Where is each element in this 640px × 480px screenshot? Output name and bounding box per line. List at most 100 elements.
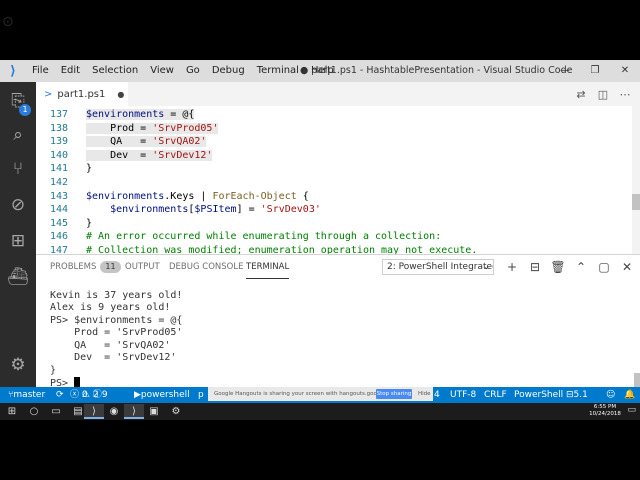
tab-part1[interactable]: > part1.ps1 ● — [36, 82, 128, 106]
code-line[interactable]: 142 — [36, 176, 640, 190]
terminal-line: } — [50, 365, 56, 378]
notifications-icon[interactable]: 🔔 — [624, 387, 635, 403]
code-line[interactable]: 146 # An error occurred while enumerating… — [36, 230, 640, 244]
code-token: } — [86, 163, 93, 175]
line-endings[interactable]: CRLF — [484, 387, 507, 403]
chrome-icon[interactable]: ◉ — [104, 404, 124, 419]
compare-icon[interactable]: ⇄ — [570, 88, 592, 101]
tab-label: part1.ps1 — [57, 88, 106, 100]
code-line[interactable]: 143 $environments.Keys | ForEach-Object { — [36, 190, 640, 204]
tab-terminal[interactable]: TERMINAL — [246, 255, 290, 279]
more-actions-icon[interactable]: ⋯ — [614, 88, 636, 101]
terminal-line: QA = 'SrvQA02' — [50, 340, 170, 353]
debug-icon[interactable]: ⊘ — [0, 188, 36, 222]
code-token: { — [296, 190, 309, 202]
line-number: 146 — [49, 231, 68, 243]
branch-indicator[interactable]: ⑂ master — [8, 387, 45, 403]
code-line[interactable]: 139 QA = 'SrvQA02' — [36, 135, 640, 149]
code-token: 'SrvProd05' — [152, 122, 219, 134]
terminal-line-text: Kevin is 37 years old! — [50, 289, 183, 301]
code-text: } — [86, 162, 92, 176]
code-line[interactable]: 140 Dev = 'SrvDev12' — [36, 149, 640, 163]
code-token: .Keys | — [164, 190, 213, 202]
info-count: 9 — [101, 390, 108, 400]
docker-icon[interactable]: ⛴ — [0, 260, 36, 294]
search-icon[interactable]: ⌕ — [0, 118, 36, 152]
split-editor-icon[interactable]: ◫ — [592, 88, 614, 101]
bottom-panel: PROBLEMS 11 OUTPUT DEBUG CONSOLE TERMINAL… — [36, 254, 640, 389]
menu-item-terminal[interactable]: Terminal — [251, 60, 305, 82]
menu-item-view[interactable]: View — [144, 60, 180, 82]
code-line[interactable]: 147 # Collection was modified; enumeratio… — [36, 244, 640, 254]
code-line[interactable]: 137 $environments = @{ — [36, 108, 640, 122]
problems-count: 11 — [100, 261, 121, 273]
terminal-select[interactable]: 2: PowerShell Integrated ⌄ — [382, 259, 494, 275]
feedback-icon[interactable]: ☺ — [606, 387, 615, 403]
terminal-scrollbar[interactable] — [634, 373, 640, 387]
notifications-center-icon[interactable]: ▭ — [627, 405, 636, 415]
tab-debug-console[interactable]: DEBUG CONSOLE — [169, 255, 243, 279]
line-number: 138 — [49, 122, 68, 134]
search-icon[interactable]: ○ — [24, 404, 44, 419]
terminal-line: PS> $environments = @{ — [50, 315, 182, 328]
kill-terminal-button[interactable]: 🗑 — [547, 258, 569, 276]
windows-start-icon[interactable]: ⊞ — [2, 404, 22, 419]
hide-button[interactable]: Hide — [418, 387, 431, 401]
line-number: 142 — [49, 177, 68, 188]
terminal-line: Prod = 'SrvProd05' — [50, 327, 182, 340]
code-line[interactable]: 141} — [36, 162, 640, 176]
tab-problems[interactable]: PROBLEMS 11 — [50, 255, 121, 279]
clock-time: 6:55 PM — [593, 404, 617, 410]
video-letterbox-bottom — [0, 420, 640, 480]
language-mode[interactable]: PowerShell — [514, 387, 563, 403]
code-token: 'SrvDev03' — [260, 204, 321, 216]
vscode-insiders-icon[interactable]: ⟩ — [84, 404, 104, 419]
cursor-position[interactable]: 4 — [434, 387, 440, 403]
editor-scroll-thumb[interactable] — [632, 194, 640, 210]
menu-item-file[interactable]: File — [26, 60, 55, 82]
code-token: ] = — [236, 204, 261, 216]
maximize-panel-button[interactable]: ⌃ — [570, 258, 592, 276]
powershell-session[interactable]: ▶ powershell — [134, 387, 190, 403]
menu-item-selection[interactable]: Selection — [86, 60, 144, 82]
line-number: 145 — [49, 217, 68, 229]
minimize-button[interactable]: — — [550, 60, 580, 82]
close-panel-button[interactable]: ✕ — [616, 258, 638, 276]
code-line[interactable]: 144 $environments[$PSItem] = 'SrvDev03' — [36, 203, 640, 217]
code-line[interactable]: 145} — [36, 217, 640, 231]
vscode-logo-icon: ⟩ — [10, 63, 16, 79]
sync-icon[interactable]: ⟳ — [56, 387, 64, 403]
menu-bar: File Edit Selection View Go Debug Terminal Help — [26, 60, 340, 82]
restore-button[interactable]: ❐ — [580, 60, 610, 82]
settings-icon[interactable]: ⚙ — [0, 348, 36, 382]
toggle-panel-button[interactable]: ▢ — [593, 258, 615, 276]
code-editor[interactable]: 137 $environments = @{138 Prod = 'SrvProd… — [36, 106, 640, 254]
stop-sharing-button[interactable]: Stop sharing — [376, 389, 412, 399]
vscode-icon[interactable]: ⟩ — [124, 404, 144, 419]
dirty-indicator[interactable]: ● — [117, 90, 124, 99]
editor-scrollbar[interactable] — [632, 106, 640, 254]
problems-indicator[interactable]: ⓧ 0 ⚠ 2 ⓘ 9 — [70, 387, 108, 403]
menu-item-edit[interactable]: Edit — [55, 60, 86, 82]
encoding[interactable]: UTF-8 — [450, 387, 476, 403]
source-control-icon[interactable]: ⑂ — [0, 152, 36, 186]
tab-output[interactable]: OUTPUT — [125, 255, 160, 279]
split-terminal-button[interactable]: ⊟ — [524, 258, 546, 276]
terminal-line-text: PS> $environments = @{ — [50, 314, 183, 326]
close-button[interactable]: ✕ — [610, 60, 640, 82]
watermark: ⊙ — [2, 14, 14, 30]
extensions-icon[interactable]: ⊞ — [0, 224, 36, 258]
task-view-icon[interactable]: ▭ — [46, 404, 66, 419]
system-clock[interactable]: 6:55 PM 10/24/2018 — [588, 404, 622, 418]
line-number: 140 — [49, 149, 68, 161]
files-icon[interactable]: ⎘ — [0, 84, 36, 118]
code-line[interactable]: 138 Prod = 'SrvProd05' — [36, 122, 640, 136]
terminal-icon[interactable]: ▣ — [144, 404, 164, 419]
powershell-version[interactable]: ⊟ 5.1 — [566, 387, 588, 403]
new-terminal-button[interactable]: + — [501, 258, 523, 276]
menu-item-debug[interactable]: Debug — [206, 60, 251, 82]
code-text: Dev = 'SrvDev12' — [86, 149, 213, 163]
settings-gear-icon[interactable]: ⚙ — [166, 404, 186, 419]
video-letterbox-top: ⊙ — [0, 0, 640, 60]
menu-item-go[interactable]: Go — [180, 60, 206, 82]
